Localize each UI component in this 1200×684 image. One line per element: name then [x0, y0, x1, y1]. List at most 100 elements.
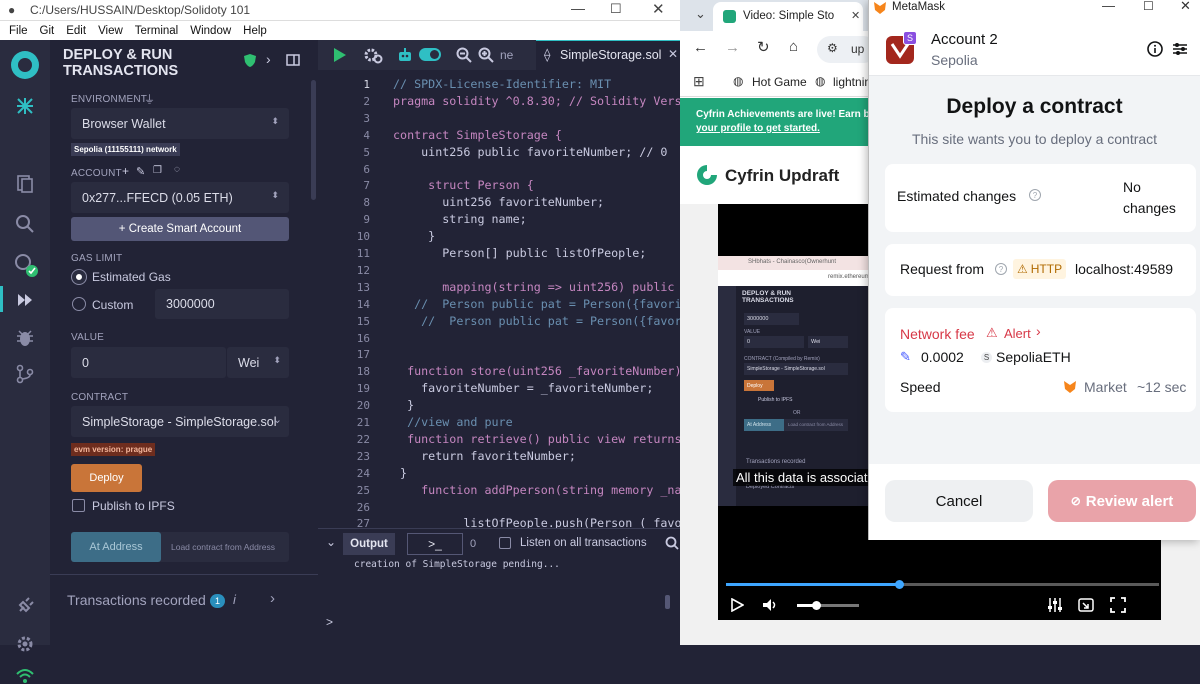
picture-in-picture-icon[interactable] — [1078, 597, 1094, 613]
code-line[interactable]: } — [393, 398, 414, 412]
code-line[interactable]: //view and pure — [393, 415, 513, 429]
code-line[interactable]: // Person public pat = Person({favori — [393, 314, 680, 328]
code-line[interactable]: struct Person { — [393, 178, 534, 192]
plug-icon[interactable] — [15, 596, 35, 616]
alert-link[interactable]: Alert — [1004, 326, 1031, 341]
remix-home-icon[interactable] — [8, 48, 42, 82]
code-line[interactable]: // SPDX-License-Identifier: MIT — [393, 77, 611, 91]
close-button[interactable]: ✕ — [652, 0, 665, 18]
maximize-button[interactable]: ☐ — [610, 1, 622, 17]
shield-icon[interactable] — [244, 54, 256, 67]
play-icon[interactable] — [730, 598, 744, 612]
banner-link[interactable]: your profile to get started. — [696, 123, 820, 134]
help-icon[interactable]: ? — [1029, 189, 1041, 201]
estimated-gas-radio[interactable] — [72, 270, 86, 284]
value-unit-select[interactable]: Wei ⬍ — [227, 347, 289, 378]
menu-terminal[interactable]: Terminal — [135, 25, 178, 37]
info-icon[interactable] — [1147, 41, 1163, 57]
custom-gas-radio[interactable] — [72, 297, 86, 311]
bookmark-lightning[interactable]: lightnin — [833, 75, 871, 89]
mm-maximize-button[interactable]: ☐ — [1143, 0, 1154, 13]
solidity-compiler-icon[interactable] — [13, 252, 39, 278]
edit-icon[interactable]: ✎ — [136, 165, 145, 178]
settings-gear-icon[interactable] — [15, 634, 35, 654]
file-explorer-icon[interactable] — [15, 174, 35, 194]
debugger-icon[interactable] — [15, 328, 35, 348]
at-address-button[interactable]: At Address — [71, 532, 161, 562]
output-tab[interactable]: Output — [343, 533, 395, 555]
terminal-clear-icon[interactable]: >_ — [407, 533, 463, 555]
volume-icon[interactable] — [762, 598, 778, 612]
bookmark-hot-game[interactable]: Hot Game — [752, 75, 807, 89]
menu-git[interactable]: Git — [40, 25, 55, 37]
deploy-run-icon[interactable] — [15, 290, 35, 310]
code-line[interactable]: // Person public pat = Person({favorit — [393, 297, 680, 311]
terminal-prompt[interactable]: > — [326, 615, 333, 629]
code-line[interactable]: favoriteNumber = _favoriteNumber; — [393, 381, 653, 395]
create-smart-account-button[interactable]: + Create Smart Account — [71, 217, 289, 241]
git-icon[interactable] — [15, 364, 35, 384]
code-editor[interactable]: 1 // SPDX-License-Identifier: MIT 2 pragma … — [318, 70, 680, 528]
back-arrow-icon[interactable]: ← — [693, 39, 708, 56]
reload-icon[interactable]: ↻ — [757, 38, 770, 56]
cyfrin-logo-icon[interactable] — [695, 163, 719, 187]
panel-toggle-icon[interactable] — [286, 54, 300, 66]
contract-select[interactable]: SimpleStorage - SimpleStorage.sol ⌄ — [71, 406, 289, 437]
gas-limit-input[interactable]: 3000000 — [155, 289, 289, 319]
apps-grid-icon[interactable]: ⊞ — [693, 73, 705, 90]
cancel-button[interactable]: Cancel — [885, 480, 1033, 522]
compile-settings-icon[interactable] — [363, 46, 383, 64]
run-play-icon[interactable] — [333, 48, 347, 62]
panel-scrollbar[interactable] — [311, 80, 316, 200]
volume-slider[interactable] — [797, 601, 859, 610]
terminal-scrollbar[interactable] — [665, 595, 670, 609]
transactions-recorded-label[interactable]: Transactions recorded — [67, 592, 206, 608]
tab-list-chevron-icon[interactable]: ⌄ — [695, 6, 706, 22]
mm-close-button[interactable]: ✕ — [1180, 0, 1191, 14]
code-line[interactable]: uint256 public favoriteNumber; // 0 — [393, 145, 667, 159]
forward-arrow-icon[interactable]: → — [725, 39, 740, 56]
code-line[interactable]: listOfPeople.push(Person (_favori — [393, 516, 680, 528]
code-line[interactable]: function addPperson(string memory _name — [393, 483, 680, 497]
minimize-button[interactable]: — — [571, 0, 585, 16]
menu-help[interactable]: Help — [243, 25, 267, 37]
value-input[interactable]: 0 — [71, 347, 226, 378]
code-line[interactable]: mapping(string => uint256) public — [393, 280, 674, 294]
code-line[interactable]: function store(uint256 _favoriteNumber) … — [393, 364, 680, 378]
help-icon[interactable]: ? — [995, 263, 1007, 275]
zoom-in-icon[interactable] — [478, 47, 494, 63]
chevron-right-icon[interactable]: › — [270, 590, 275, 607]
info-icon[interactable]: i — [233, 592, 236, 607]
publish-ipfs-checkbox[interactable] — [72, 499, 85, 512]
copy-icon[interactable]: ❐ — [153, 165, 162, 176]
cyfrin-brand[interactable]: Cyfrin Updraft — [725, 166, 839, 186]
network-fee-label[interactable]: Network fee — [900, 326, 975, 342]
tab-partial[interactable]: ne — [500, 48, 513, 62]
edit-fee-icon[interactable]: ✎ — [900, 349, 911, 365]
account-name[interactable]: Account 2 — [931, 31, 998, 48]
site-info-icon[interactable]: ⚙ — [827, 41, 838, 55]
settings-sliders-icon[interactable] — [1172, 41, 1188, 57]
browser-tab-video[interactable]: Video: Simple Sto ✕ — [713, 2, 863, 31]
menu-window[interactable]: Window — [190, 25, 231, 37]
zoom-out-icon[interactable] — [456, 47, 472, 63]
tab-simplestorage[interactable]: ⟠ SimpleStorage.sol ✕ — [536, 40, 680, 70]
copilot-robot-icon[interactable] — [396, 46, 414, 64]
listen-all-checkbox[interactable] — [499, 537, 511, 549]
mm-minimize-button[interactable]: — — [1102, 0, 1115, 13]
deploy-button[interactable]: Deploy — [71, 464, 142, 492]
load-contract-input[interactable]: Load contract from Address — [171, 542, 275, 552]
code-line[interactable]: contract SimpleStorage { — [393, 128, 562, 142]
search-icon[interactable] — [15, 214, 35, 234]
code-line[interactable]: } — [393, 229, 435, 243]
review-alert-button[interactable]: ⊘ Review alert — [1048, 480, 1196, 522]
menu-file[interactable]: File — [9, 25, 28, 37]
code-line[interactable]: Person[] public listOfPeople; — [393, 246, 646, 260]
home-icon[interactable]: ⌂ — [789, 38, 798, 55]
code-line[interactable]: uint256 favoriteNumber; — [393, 195, 604, 209]
refresh-icon[interactable]: ◌ — [174, 164, 180, 175]
code-line[interactable]: } — [393, 466, 407, 480]
chevron-right-icon[interactable]: › — [1036, 323, 1041, 339]
video-scrubber[interactable] — [895, 580, 904, 589]
code-line[interactable]: pragma solidity ^0.8.30; // Solidity Ver… — [393, 94, 680, 108]
